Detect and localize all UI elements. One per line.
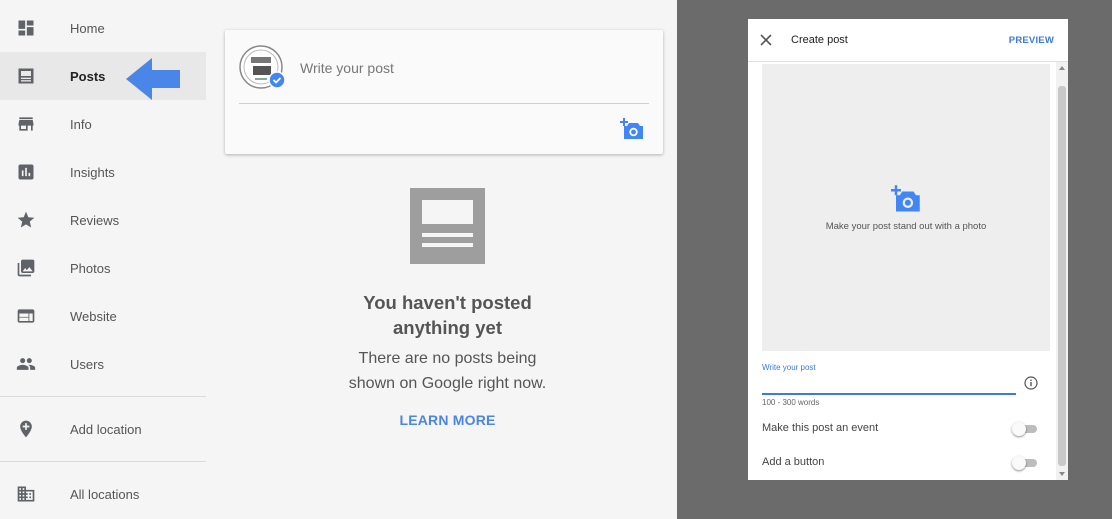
sidebar-item-photos[interactable]: Photos (0, 244, 206, 292)
dialog-header: Create post PREVIEW (748, 19, 1068, 62)
sidebar-item-label: Photos (70, 260, 111, 276)
posts-icon (16, 66, 36, 86)
event-toggle[interactable] (1012, 422, 1038, 436)
insights-icon (16, 162, 36, 182)
write-post-input[interactable]: Write your post (300, 60, 394, 76)
website-icon (16, 306, 36, 326)
sidebar-item-info[interactable]: Info (0, 100, 206, 148)
button-toggle-label: Add a button (762, 456, 825, 468)
post-composer-card[interactable]: Write your post (225, 30, 663, 154)
add-button-toggle[interactable] (1012, 456, 1038, 470)
close-icon[interactable] (760, 34, 772, 46)
sidebar-item-label: Posts (70, 68, 106, 84)
create-post-dialog: Create post PREVIEW Make your post stand… (748, 19, 1068, 480)
building-icon (16, 484, 36, 504)
scroll-down-icon[interactable] (1059, 472, 1065, 476)
event-toggle-label: Make this post an event (762, 422, 879, 434)
sidebar-item-reviews[interactable]: Reviews (0, 196, 206, 244)
composer-divider (239, 103, 649, 104)
sidebar-item-label: Home (70, 20, 105, 36)
sidebar-item-all-locations[interactable]: All locations (0, 470, 206, 518)
add-photo-area[interactable]: Make your post stand out with a photo (762, 64, 1050, 351)
empty-state-title: You haven't posted anything yet (363, 292, 532, 338)
dialog-title: Create post (791, 34, 848, 46)
photos-icon (16, 258, 36, 278)
sidebar-item-users[interactable]: Users (0, 340, 206, 388)
sidebar-item-label: Website (70, 308, 117, 324)
sidebar-item-insights[interactable]: Insights (0, 148, 206, 196)
empty-state-subtitle: There are no posts being shown on Google… (348, 350, 547, 392)
dialog-scrollbar[interactable] (1056, 62, 1068, 480)
store-icon (16, 114, 36, 134)
add-photo-icon (891, 185, 920, 212)
sidebar-item-label: Info (70, 116, 92, 132)
dashboard-icon (16, 18, 36, 38)
scroll-thumb[interactable] (1058, 86, 1066, 466)
empty-posts-icon (410, 188, 485, 264)
sidebar-item-website[interactable]: Website (0, 292, 206, 340)
avatar (239, 45, 286, 89)
sidebar-divider (0, 396, 206, 397)
sidebar-item-label: All locations (70, 486, 140, 502)
word-count-hint: 100 - 300 words (762, 398, 820, 407)
preview-button[interactable]: PREVIEW (1009, 35, 1054, 46)
post-text-input[interactable] (762, 375, 1016, 395)
learn-more-link[interactable]: LEARN MORE (300, 412, 595, 428)
scroll-up-icon[interactable] (1059, 66, 1065, 70)
add-location-icon (16, 419, 36, 439)
sidebar: Home Posts Info Insights Reviews Photos (0, 0, 206, 519)
sidebar-item-label: Reviews (70, 212, 120, 228)
info-icon[interactable] (1024, 376, 1038, 390)
post-field-label: Write your post (762, 363, 816, 372)
sidebar-divider (0, 461, 206, 462)
photo-prompt-text: Make your post stand out with a photo (825, 221, 987, 232)
arrow-left-icon (126, 58, 180, 100)
star-icon (16, 210, 36, 230)
sidebar-item-home[interactable]: Home (0, 4, 206, 52)
users-icon (16, 354, 36, 374)
sidebar-item-label: Add location (70, 421, 142, 437)
sidebar-item-label: Users (70, 356, 104, 372)
sidebar-item-label: Insights (70, 164, 115, 180)
sidebar-item-add-location[interactable]: Add location (0, 405, 206, 453)
add-photo-icon[interactable] (619, 117, 645, 141)
